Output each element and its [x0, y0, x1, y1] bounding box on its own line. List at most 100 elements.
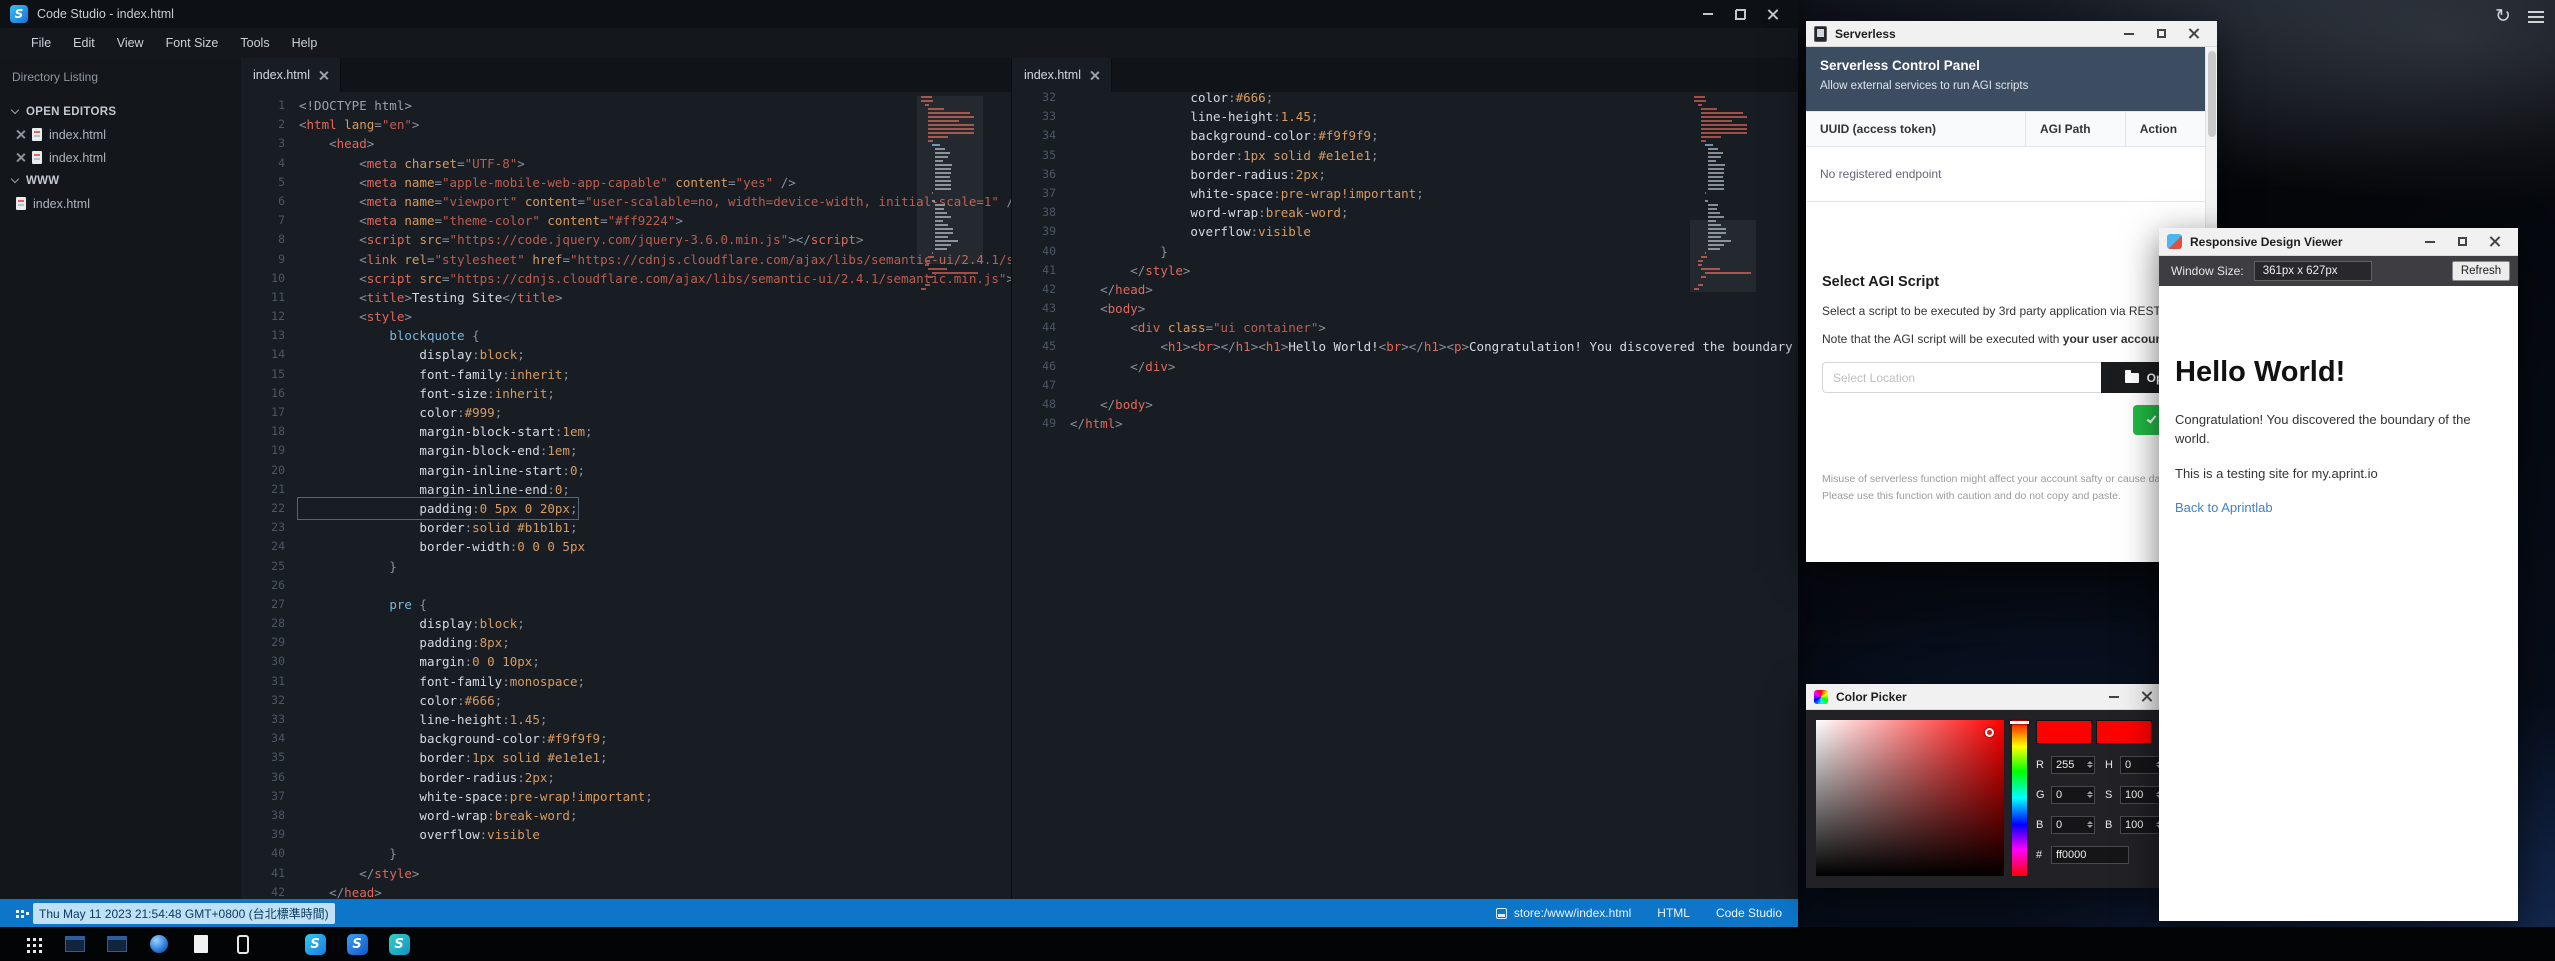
tab-index-html-2[interactable]: index.html: [1012, 58, 1112, 92]
code-line[interactable]: <body>: [1070, 299, 1145, 318]
code-line[interactable]: background-color:#f9f9f9;: [1070, 126, 1379, 145]
code-line[interactable]: <head>: [299, 134, 374, 153]
code-line[interactable]: border:1px solid #e1e1e1;: [299, 748, 608, 767]
spinner-icon[interactable]: [2087, 758, 2093, 771]
code-line[interactable]: overflow:visible: [1070, 222, 1311, 241]
code-line[interactable]: margin-block-end:1em;: [299, 441, 577, 460]
code-line[interactable]: white-space:pre-wrap!important;: [1070, 184, 1424, 203]
saturation-field[interactable]: [1816, 720, 2004, 876]
code-line[interactable]: color:#666;: [299, 691, 502, 710]
status-language[interactable]: HTML: [1657, 906, 1690, 920]
code-line[interactable]: <meta charset="UTF-8">: [299, 154, 525, 173]
code-line[interactable]: <h1><br></h1><h1>Hello World!<br></h1><p…: [1070, 337, 1798, 356]
code-line[interactable]: pre {: [299, 595, 427, 614]
minimize-button[interactable]: [2113, 22, 2145, 46]
code-line[interactable]: }: [1070, 242, 1168, 261]
code-studio-titlebar[interactable]: S Code Studio - index.html: [0, 0, 1798, 28]
code-line[interactable]: <meta name="viewport" content="user-scal…: [299, 192, 1011, 211]
code-line[interactable]: line-height:1.45;: [299, 710, 547, 729]
menu-item-edit[interactable]: Edit: [62, 28, 106, 58]
spinner-icon[interactable]: [2087, 818, 2093, 831]
code-line[interactable]: margin-inline-end:0;: [299, 480, 570, 499]
code-line[interactable]: </body>: [1070, 395, 1153, 414]
saturation-selector[interactable]: [1985, 728, 1994, 737]
spinner-icon[interactable]: [2087, 788, 2093, 801]
taskbar-search[interactable]: [138, 927, 180, 961]
minimize-button[interactable]: [2414, 230, 2446, 254]
menu-item-tools[interactable]: Tools: [229, 28, 280, 58]
menu-item-view[interactable]: View: [106, 28, 155, 58]
hue-selector[interactable]: [2010, 721, 2029, 724]
back-to-aprintlab-link[interactable]: Back to Aprintlab: [2175, 500, 2502, 515]
code-line[interactable]: </style>: [299, 864, 419, 883]
close-icon[interactable]: [319, 71, 328, 80]
refresh-button[interactable]: Refresh: [2452, 261, 2510, 281]
code-line[interactable]: <!DOCTYPE html>: [299, 96, 412, 115]
code-line[interactable]: <meta name="theme-color" content="#ff922…: [299, 211, 683, 230]
hamburger-menu-icon[interactable]: [2528, 11, 2544, 23]
serverless-titlebar[interactable]: Serverless: [1806, 21, 2217, 47]
code-line[interactable]: white-space:pre-wrap!important;: [299, 787, 653, 806]
code-line[interactable]: display:block;: [299, 345, 525, 364]
code-editor-1[interactable]: 1234567891011121314151617181920212223242…: [241, 92, 1011, 899]
close-icon[interactable]: [16, 130, 25, 139]
menu-item-file[interactable]: File: [20, 28, 62, 58]
code-line[interactable]: line-height:1.45;: [1070, 107, 1318, 126]
code-line[interactable]: color:#999;: [299, 403, 502, 422]
code-line[interactable]: font-family:monospace;: [299, 672, 585, 691]
hue-slider[interactable]: [2012, 720, 2027, 876]
minimap-viewport[interactable]: [917, 96, 983, 264]
code-line[interactable]: </head>: [299, 883, 382, 899]
close-button[interactable]: [2177, 22, 2209, 46]
start-menu-button[interactable]: [12, 927, 54, 961]
code-line[interactable]: </head>: [1070, 280, 1153, 299]
code-line[interactable]: margin-inline-start:0;: [299, 461, 585, 480]
code-line[interactable]: font-family:inherit;: [299, 365, 570, 384]
location-input[interactable]: [1822, 362, 2101, 393]
close-button[interactable]: [2478, 230, 2510, 254]
status-timestamp[interactable]: Thu May 11 2023 21:54:48 GMT+0800 (台北標準時…: [33, 903, 335, 924]
code-line[interactable]: <link rel="stylesheet" href="https://cdn…: [299, 250, 1011, 269]
close-button[interactable]: [1756, 2, 1788, 26]
code-line[interactable]: font-size:inherit;: [299, 384, 555, 403]
menu-item-font-size[interactable]: Font Size: [155, 28, 230, 58]
viewer-titlebar[interactable]: Responsive Design Viewer: [2159, 228, 2518, 256]
menu-item-help[interactable]: Help: [281, 28, 329, 58]
code-line[interactable]: border-radius:2px;: [1070, 165, 1326, 184]
code-line[interactable]: <div class="ui container">: [1070, 318, 1326, 337]
code-line[interactable]: background-color:#f9f9f9;: [299, 729, 608, 748]
code-line[interactable]: border:solid #b1b1b1;: [299, 518, 577, 537]
color-picker-titlebar[interactable]: Color Picker: [1806, 684, 2170, 710]
minimap-1[interactable]: [921, 96, 979, 292]
code-line[interactable]: padding:0 5px 0 20px;: [299, 499, 577, 518]
code-line[interactable]: color:#666;: [1070, 92, 1273, 107]
minimap-2[interactable]: [1694, 96, 1752, 292]
sidebar-section-open-editors[interactable]: OPEN EDITORS: [0, 100, 241, 123]
code-line[interactable]: <style>: [299, 307, 412, 326]
code-line[interactable]: </html>: [1070, 414, 1123, 433]
taskbar-code-studio-3[interactable]: S: [378, 927, 420, 961]
sidebar-item-index.html[interactable]: index.html: [0, 123, 241, 146]
sidebar-item-index.html[interactable]: index.html: [0, 192, 241, 215]
status-file-path[interactable]: store:/www/index.html: [1496, 906, 1631, 920]
code-line[interactable]: padding:8px;: [299, 633, 510, 652]
restore-button[interactable]: [1724, 2, 1756, 26]
close-icon[interactable]: [1090, 71, 1099, 80]
taskbar-app-window-2[interactable]: [96, 927, 138, 961]
window-size-value[interactable]: 361px x 627px: [2254, 261, 2372, 281]
code-line[interactable]: }: [299, 557, 397, 576]
taskbar-code-studio-2[interactable]: S: [336, 927, 378, 961]
code-line[interactable]: <title>Testing Site</title>: [299, 288, 562, 307]
code-editor-2[interactable]: 323334353637383940414243444546474849 col…: [1012, 92, 1798, 899]
refresh-icon[interactable]: ↻: [2492, 6, 2514, 28]
hex-input[interactable]: [2051, 846, 2129, 864]
code-line[interactable]: <meta name="apple-mobile-web-app-capable…: [299, 173, 796, 192]
tab-index-html-1[interactable]: index.html: [241, 58, 341, 92]
code-line[interactable]: display:block;: [299, 614, 525, 633]
code-line[interactable]: blockquote {: [299, 326, 480, 345]
sidebar-section-www[interactable]: WWW: [0, 169, 241, 192]
sidebar-item-index.html[interactable]: index.html: [0, 146, 241, 169]
close-icon[interactable]: [16, 153, 25, 162]
maximize-button[interactable]: [2145, 22, 2177, 46]
scrollbar-thumb[interactable]: [2208, 51, 2216, 137]
